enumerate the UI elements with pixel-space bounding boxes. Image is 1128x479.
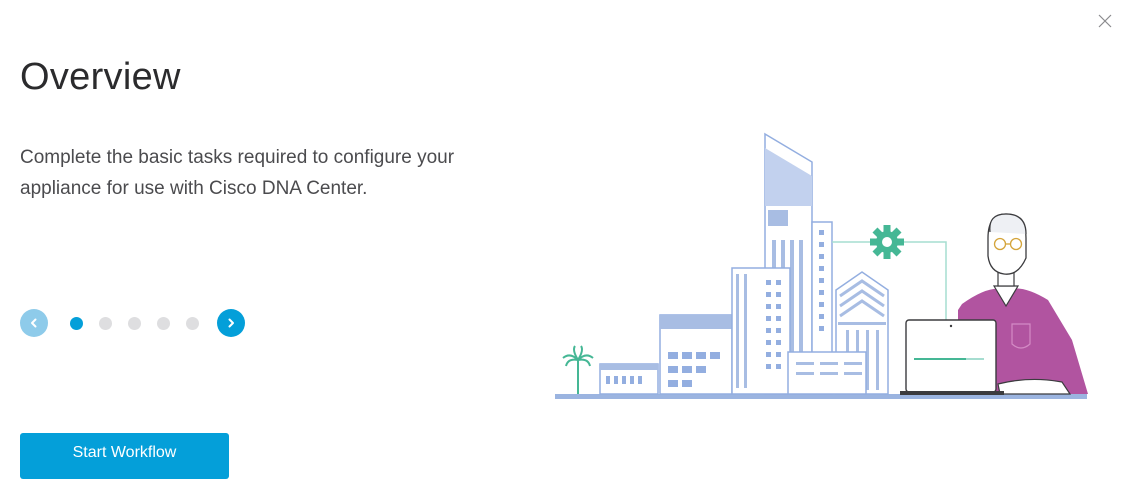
city-illustration: [555, 132, 1088, 399]
grid-building: [731, 267, 791, 395]
close-icon: [1098, 14, 1112, 28]
slide-dot[interactable]: [99, 316, 112, 330]
start-workflow-button[interactable]: Start Workflow: [20, 433, 229, 479]
slide-dot[interactable]: [186, 316, 199, 330]
slide-dot[interactable]: [70, 316, 83, 330]
close-button[interactable]: [1094, 10, 1116, 32]
slide-indicators: [70, 316, 199, 330]
chevron-right-icon: [228, 318, 234, 328]
low-building: [599, 363, 659, 395]
previous-slide-button[interactable]: [20, 309, 48, 337]
palm-tree-icon: [562, 345, 594, 394]
description-text: Complete the basic tasks required to con…: [20, 147, 455, 199]
laptop-icon: [900, 319, 1004, 395]
chevron-left-icon: [31, 318, 37, 328]
slide-dot[interactable]: [128, 316, 141, 330]
front-building: [787, 351, 867, 395]
next-slide-button[interactable]: [217, 309, 245, 337]
page-title: Overview: [20, 56, 181, 98]
gear-icon: [870, 225, 904, 259]
mid-building: [659, 314, 733, 395]
slide-carousel: [20, 307, 245, 339]
slide-dot[interactable]: [157, 316, 170, 330]
